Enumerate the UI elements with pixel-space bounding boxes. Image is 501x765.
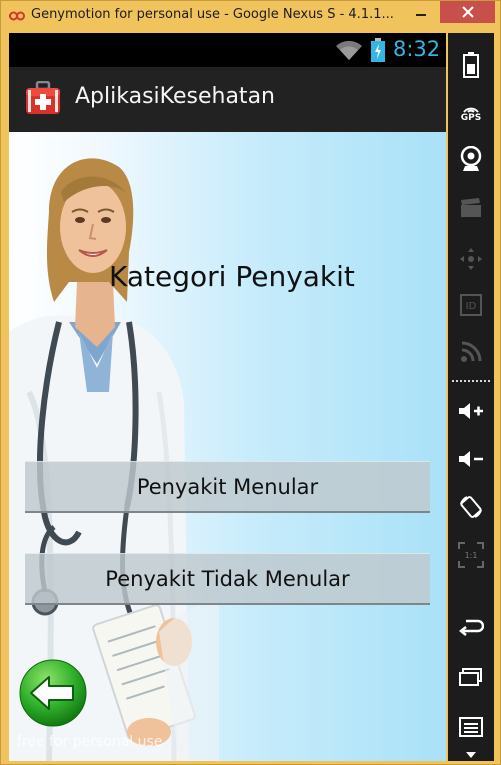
window-title: Genymotion for personal use - Google Nex… [31,7,394,22]
android-menu-button[interactable] [451,707,491,747]
status-clock: 8:32 [393,37,441,61]
penyakit-tidak-menular-button[interactable]: Penyakit Tidak Menular [25,553,430,605]
dpad-icon [460,248,482,270]
rss-tool[interactable] [451,332,491,372]
battery-icon [371,38,385,62]
volume-up-button[interactable] [451,391,491,431]
penyakit-menular-button[interactable]: Penyakit Menular [25,461,430,513]
camera-tool[interactable] [451,139,491,179]
wifi-icon [336,40,362,60]
back-arrow-button[interactable] [19,659,87,727]
device-screen[interactable]: 8:32 AplikasiKesehatan Kategori Penyakit… [9,33,446,761]
pixel-perfect-button[interactable]: 1:1 [451,535,491,575]
status-bar: 8:32 [9,33,446,67]
battery-icon [463,52,479,78]
volume-down-button[interactable] [451,439,491,479]
device-id-tool[interactable]: ID [451,285,491,325]
watermark-text: free for personal use [17,734,163,750]
android-back-button[interactable] [451,607,491,647]
volume-down-icon [459,451,483,467]
id-icon: ID [460,294,482,316]
gps-signal-icon [463,107,479,113]
home-icon [459,668,482,686]
main-content: Kategori Penyakit Penyakit Menular Penya… [9,132,446,761]
svg-text:ID: ID [466,301,477,312]
genymotion-toolbar: GPS ID 1:1 [448,33,494,761]
title-bar[interactable]: Genymotion for personal use - Google Nex… [1,1,501,31]
webcam-icon [460,146,482,171]
media-tool[interactable] [451,188,491,228]
close-button[interactable] [440,1,495,23]
menu-icon [459,717,483,737]
toolbar-divider [452,380,490,382]
battery-tool[interactable] [451,45,491,85]
gps-tool[interactable]: GPS [451,93,491,133]
gps-label: GPS [460,112,482,123]
close-icon [461,6,474,18]
volume-up-icon [459,403,483,419]
genymotion-logo-icon [9,8,25,24]
window-frame: Genymotion for personal use - Google Nex… [0,0,501,765]
back-icon [458,619,484,636]
remote-control-tool[interactable] [451,239,491,279]
first-aid-kit-icon[interactable] [25,81,61,115]
category-title: Kategori Penyakit [109,260,355,293]
scale-corners-icon [458,542,484,568]
clapperboard-icon [461,198,481,217]
minimize-button[interactable] [407,1,435,22]
rss-icon [461,341,482,362]
minimize-icon [416,13,426,16]
action-bar: AplikasiKesehatan [9,67,446,132]
action-bar-title: AplikasiKesehatan [75,84,275,109]
rotate-icon [460,496,482,518]
scroll-down-icon[interactable] [465,751,477,759]
android-home-button[interactable] [451,657,491,697]
rotate-button[interactable] [451,487,491,527]
